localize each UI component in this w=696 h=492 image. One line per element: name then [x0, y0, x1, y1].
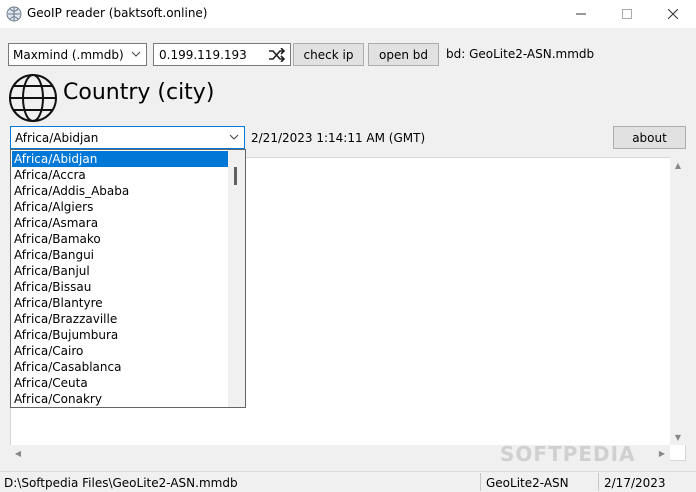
timezone-option[interactable]: Africa/Asmara — [12, 215, 228, 231]
close-button[interactable] — [650, 0, 696, 28]
status-date: 2/17/2023 — [604, 476, 666, 490]
status-path: D:\Softpedia Files\GeoLite2-ASN.mmdb — [4, 476, 238, 490]
scroll-right-icon[interactable]: ▶ — [654, 445, 670, 461]
scroll-down-icon[interactable]: ▼ — [670, 429, 686, 445]
shuffle-icon[interactable] — [268, 47, 286, 63]
minimize-button[interactable] — [558, 0, 604, 28]
timezone-option[interactable]: Africa/Abidjan — [12, 151, 228, 167]
close-icon — [668, 9, 678, 19]
timezone-option[interactable]: Africa/Blantyre — [12, 295, 228, 311]
window-title: GeoIP reader (baktsoft.online) — [27, 6, 208, 20]
timezone-option[interactable]: Africa/Casablanca — [12, 359, 228, 375]
globe-icon — [8, 73, 58, 123]
about-button[interactable]: about — [613, 126, 686, 149]
db-format-value: Maxmind (.mmdb) — [13, 47, 124, 62]
scroll-left-icon[interactable]: ◀ — [10, 445, 26, 461]
status-divider — [480, 473, 481, 491]
ip-input-value: 0.199.119.193 — [159, 47, 247, 62]
maximize-button[interactable] — [604, 0, 650, 28]
timezone-option[interactable]: Africa/Algiers — [12, 199, 228, 215]
timezone-option[interactable]: Africa/Addis_Ababa — [12, 183, 228, 199]
timezone-value: Africa/Abidjan — [15, 130, 99, 145]
timezone-option[interactable]: Africa/Brazzaville — [12, 311, 228, 327]
check-ip-button[interactable]: check ip — [293, 43, 364, 66]
chevron-down-icon — [131, 51, 141, 57]
timezone-option[interactable]: Africa/Bissau — [12, 279, 228, 295]
dropdown-scroll-thumb[interactable] — [234, 167, 237, 185]
timezone-option[interactable]: Africa/Cairo — [12, 343, 228, 359]
dropdown-scrollbar[interactable] — [228, 150, 245, 407]
status-divider — [598, 473, 599, 491]
timezone-option[interactable]: Africa/Bamako — [12, 231, 228, 247]
watermark: SOFTPEDIA — [500, 442, 636, 466]
timezone-option[interactable]: Africa/Banjul — [12, 263, 228, 279]
chevron-down-icon — [229, 134, 239, 140]
timezone-option[interactable]: Africa/Ceuta — [12, 375, 228, 391]
timezone-dropdown-list[interactable]: Africa/Abidjan Africa/Accra Africa/Addis_A… — [10, 149, 246, 408]
timezone-option[interactable]: Africa/Bangui — [12, 247, 228, 263]
country-heading: Country (city) — [63, 80, 215, 105]
timezone-option[interactable]: Africa/Accra — [12, 167, 228, 183]
datetime-label: 2/21/2023 1:14:11 AM (GMT) — [251, 131, 426, 145]
status-db: GeoLite2-ASN — [486, 476, 569, 490]
vertical-scrollbar[interactable]: ▲ ▼ — [670, 157, 686, 445]
scroll-up-icon[interactable]: ▲ — [670, 157, 686, 173]
db-format-select[interactable]: Maxmind (.mmdb) — [8, 43, 147, 66]
app-icon — [6, 6, 22, 22]
timezone-option[interactable]: Africa/Conakry — [12, 391, 228, 407]
minimize-icon — [576, 13, 586, 15]
timezone-select[interactable]: Africa/Abidjan — [10, 126, 245, 149]
bd-label: bd: GeoLite2-ASN.mmdb — [446, 47, 595, 61]
maximize-icon — [622, 9, 632, 19]
open-bd-button[interactable]: open bd — [368, 43, 439, 66]
timezone-option[interactable]: Africa/Bujumbura — [12, 327, 228, 343]
